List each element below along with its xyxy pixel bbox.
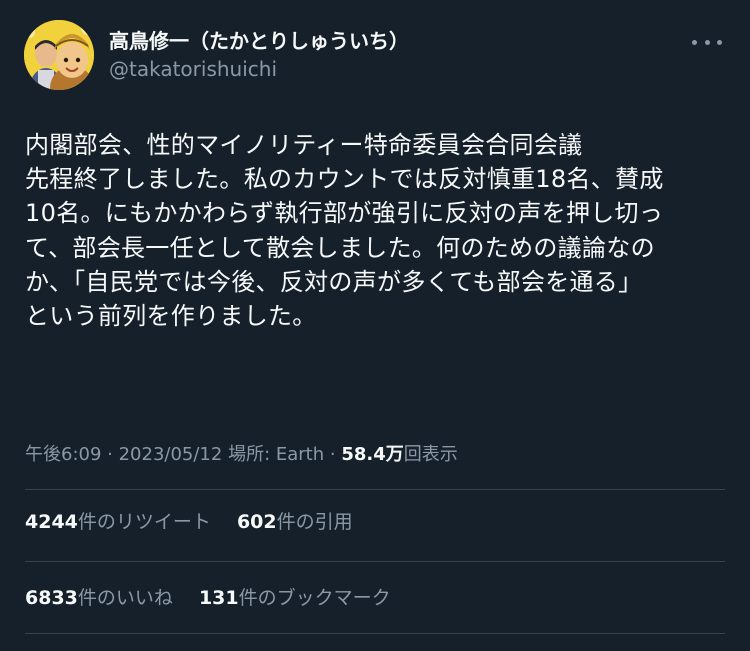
bookmarks-label: 件のブックマーク: [238, 587, 391, 609]
more-options-icon-dot: [717, 39, 722, 45]
retweets-stat[interactable]: 4244件のリツイート: [25, 507, 211, 537]
tweet-meta: 午後6:09 · 2023/05/12 場所: Earth · 58.4万回表示: [25, 440, 458, 470]
more-options-button[interactable]: [692, 34, 722, 50]
author-display-name[interactable]: 高鳥修一（たかとりしゅういち）: [109, 28, 409, 54]
likes-count: 6833: [25, 587, 78, 609]
author-handle[interactable]: @takatorishuichi: [109, 56, 409, 82]
retweets-label: 件のリツイート: [77, 511, 211, 533]
quotes-count: 602: [236, 511, 277, 533]
divider: [25, 633, 725, 634]
views-label: 回表示: [403, 444, 458, 465]
quotes-stat[interactable]: 602件の引用: [237, 507, 353, 537]
retweets-count: 4244: [25, 511, 78, 533]
tweet-text: 内閣部会、性的マイノリティー特命委員会合同会議 先程終了しました。私のカウントで…: [25, 131, 664, 331]
author-names: 高鳥修一（たかとりしゅういち） @takatorishuichi: [109, 28, 409, 82]
tweet-header: 高鳥修一（たかとりしゅういち） @takatorishuichi: [24, 20, 726, 92]
divider: [25, 489, 725, 490]
avatar[interactable]: [24, 20, 94, 90]
cartoon-mascot-avatar-icon: [24, 20, 94, 90]
more-options-icon-dot: [692, 39, 697, 45]
stats-row-engagement: 6833件のいいね 131件のブックマーク: [25, 583, 411, 613]
bookmarks-count: 131: [198, 587, 239, 609]
bookmarks-stat[interactable]: 131件のブックマーク: [199, 583, 391, 613]
quotes-label: 件の引用: [276, 511, 353, 533]
more-options-icon-dot: [704, 39, 710, 45]
likes-label: 件のいいね: [77, 587, 173, 609]
divider: [25, 561, 725, 562]
tweet-time[interactable]: 午後6:09: [25, 444, 101, 465]
meta-separator: ·: [324, 444, 342, 465]
tweet-location: 場所: Earth: [228, 444, 325, 465]
tweet-detail: 高鳥修一（たかとりしゅういち） @takatorishuichi 内閣部会、性的…: [0, 0, 750, 651]
stats-row-shares: 4244件のリツイート 602件の引用: [25, 507, 373, 537]
meta-separator: ·: [101, 444, 119, 465]
likes-stat[interactable]: 6833件のいいね: [25, 583, 173, 613]
views-count[interactable]: 58.4万: [341, 444, 403, 465]
tweet-date[interactable]: 2023/05/12: [119, 444, 223, 465]
